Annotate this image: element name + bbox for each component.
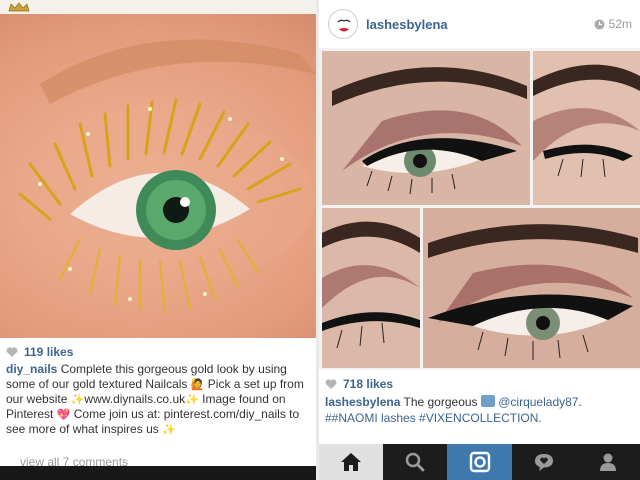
time-label: 52m <box>608 17 632 31</box>
sparkles-emoji-icon: ✨ <box>185 394 199 406</box>
avatar[interactable] <box>328 9 358 39</box>
post-photo-collage[interactable] <box>319 48 640 370</box>
tab-activity[interactable] <box>512 444 576 480</box>
photo-emoji-icon <box>480 395 495 407</box>
sparkles-emoji-icon: ✨ <box>162 424 176 436</box>
search-icon <box>406 452 425 472</box>
likes-count[interactable]: 718 likes <box>343 377 393 391</box>
collage-tile-4 <box>423 208 640 368</box>
collage-tile-2 <box>533 51 640 205</box>
home-icon <box>341 453 362 471</box>
eye-illustration <box>322 51 530 205</box>
tab-camera[interactable] <box>447 444 512 480</box>
sparkles-emoji-icon: ✨ <box>70 394 85 406</box>
camera-icon <box>469 451 490 473</box>
clock-icon <box>594 19 605 29</box>
heart-icon <box>6 347 18 357</box>
collage-tile-1 <box>322 51 530 205</box>
caption-text-1: The gorgeous <box>400 395 481 409</box>
girl-emoji-icon: 🙋 <box>190 379 205 391</box>
eye-illustration <box>533 51 640 205</box>
likes-count[interactable]: 119 likes <box>24 345 73 359</box>
caption-website[interactable]: www.diynails.co.uk <box>84 392 185 406</box>
top-strip <box>0 0 316 14</box>
bottom-tab-bar <box>319 444 640 480</box>
post-caption: lashesbylena The gorgeous @cirquelady87.… <box>325 394 637 426</box>
right-post: lashesbylena 52m 718 likes lashesbylena … <box>319 0 640 480</box>
gold-eye-illustration <box>15 39 316 314</box>
caption-username[interactable]: diy_nails <box>6 362 57 376</box>
eye-illustration <box>423 208 640 368</box>
caption-username[interactable]: lashesbylena <box>325 395 400 409</box>
post-photo-gold-eye[interactable] <box>0 14 316 338</box>
post-time: 52m <box>594 17 632 31</box>
crown-icon <box>8 2 30 12</box>
heart-icon <box>325 379 337 389</box>
tab-search[interactable] <box>383 444 447 480</box>
left-post: 119 likes diy_nails Complete this gorgeo… <box>0 0 316 480</box>
caption-text-2: . <box>578 395 582 409</box>
collage-tile-3 <box>322 208 420 368</box>
heart-emoji-icon: 💖 <box>56 409 71 421</box>
likes-row[interactable]: 119 likes <box>6 345 73 359</box>
post-caption: diy_nails Complete this gorgeous gold lo… <box>6 362 312 437</box>
activity-icon <box>534 454 553 471</box>
tab-home[interactable] <box>319 444 384 480</box>
caption-mention[interactable]: @cirquelady87 <box>498 395 578 409</box>
caption-hashtags[interactable]: ##NAOMI lashes #VIXENCOLLECTION. <box>325 411 542 425</box>
bottom-bar <box>0 466 316 480</box>
post-header: lashesbylena 52m <box>319 0 640 48</box>
profile-icon <box>599 453 616 471</box>
eye-illustration <box>322 208 420 368</box>
post-username[interactable]: lashesbylena <box>366 17 448 32</box>
tab-profile[interactable] <box>576 444 640 480</box>
avatar-lips-icon <box>337 19 351 32</box>
likes-row[interactable]: 718 likes <box>325 377 393 391</box>
